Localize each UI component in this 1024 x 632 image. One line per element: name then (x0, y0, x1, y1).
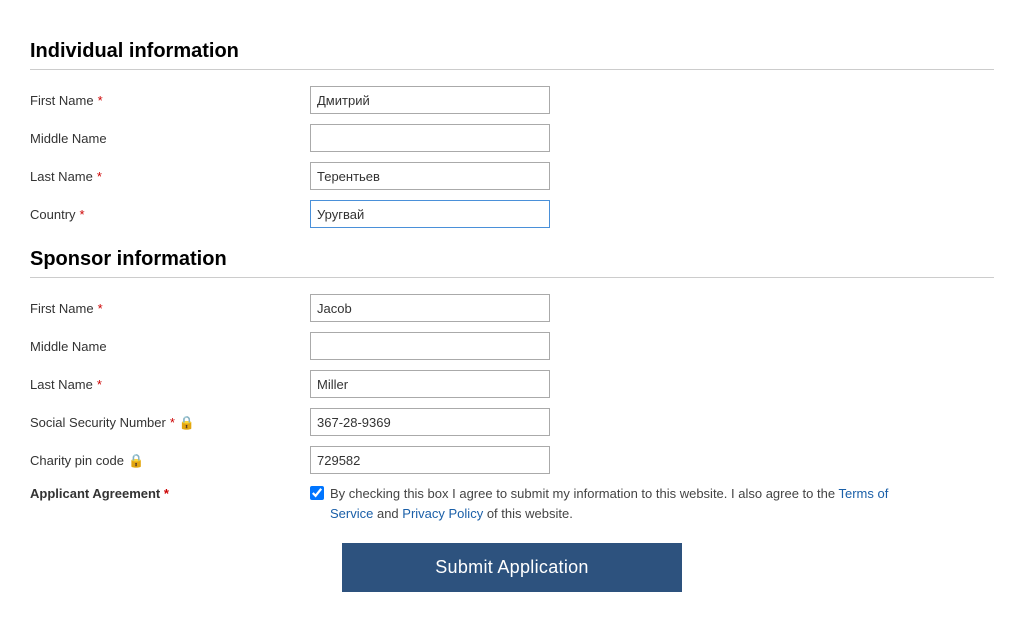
individual-last-name-label: Last Name * (30, 169, 310, 184)
individual-country-label: Country * (30, 207, 310, 222)
required-star: * (80, 207, 85, 222)
sponsor-ssn-row: Social Security Number * 🔒 (30, 408, 994, 436)
agreement-checkbox[interactable] (310, 486, 324, 500)
agreement-text: By checking this box I agree to submit m… (330, 484, 910, 523)
sponsor-first-name-input[interactable] (310, 294, 550, 322)
privacy-link[interactable]: Privacy Policy (402, 506, 483, 521)
lock-icon: 🔒 (128, 453, 142, 467)
required-star: * (97, 169, 102, 184)
required-star: * (170, 415, 175, 430)
sponsor-middle-name-label: Middle Name (30, 339, 310, 354)
sponsor-section: Sponsor information First Name * Middle … (30, 248, 994, 523)
submit-container: Submit Application (30, 543, 994, 592)
individual-country-input[interactable] (310, 200, 550, 228)
individual-middle-name-input[interactable] (310, 124, 550, 152)
sponsor-middle-name-input[interactable] (310, 332, 550, 360)
sponsor-ssn-label: Social Security Number * 🔒 (30, 415, 310, 430)
individual-section: Individual information First Name * Midd… (30, 40, 994, 228)
sponsor-first-name-label: First Name * (30, 301, 310, 316)
submit-button[interactable]: Submit Application (342, 543, 682, 592)
sponsor-middle-name-row: Middle Name (30, 332, 994, 360)
sponsor-pin-input[interactable] (310, 446, 550, 474)
sponsor-ssn-input[interactable] (310, 408, 550, 436)
required-star: * (164, 486, 169, 501)
individual-country-row: Country * (30, 200, 994, 228)
agreement-content: By checking this box I agree to submit m… (310, 484, 910, 523)
individual-first-name-row: First Name * (30, 86, 994, 114)
sponsor-section-title: Sponsor information (30, 248, 994, 278)
required-star: * (98, 93, 103, 108)
sponsor-pin-label: Charity pin code 🔒 (30, 453, 310, 468)
sponsor-pin-row: Charity pin code 🔒 (30, 446, 994, 474)
sponsor-last-name-label: Last Name * (30, 377, 310, 392)
agreement-label: Applicant Agreement * (30, 484, 310, 501)
individual-middle-name-row: Middle Name (30, 124, 994, 152)
individual-section-title: Individual information (30, 40, 994, 70)
individual-last-name-row: Last Name * (30, 162, 994, 190)
sponsor-last-name-row: Last Name * (30, 370, 994, 398)
sponsor-first-name-row: First Name * (30, 294, 994, 322)
sponsor-last-name-input[interactable] (310, 370, 550, 398)
required-star: * (97, 377, 102, 392)
individual-first-name-label: First Name * (30, 93, 310, 108)
required-star: * (98, 301, 103, 316)
individual-last-name-input[interactable] (310, 162, 550, 190)
individual-first-name-input[interactable] (310, 86, 550, 114)
agreement-row: Applicant Agreement * By checking this b… (30, 484, 994, 523)
individual-middle-name-label: Middle Name (30, 131, 310, 146)
lock-icon: 🔒 (179, 415, 193, 429)
